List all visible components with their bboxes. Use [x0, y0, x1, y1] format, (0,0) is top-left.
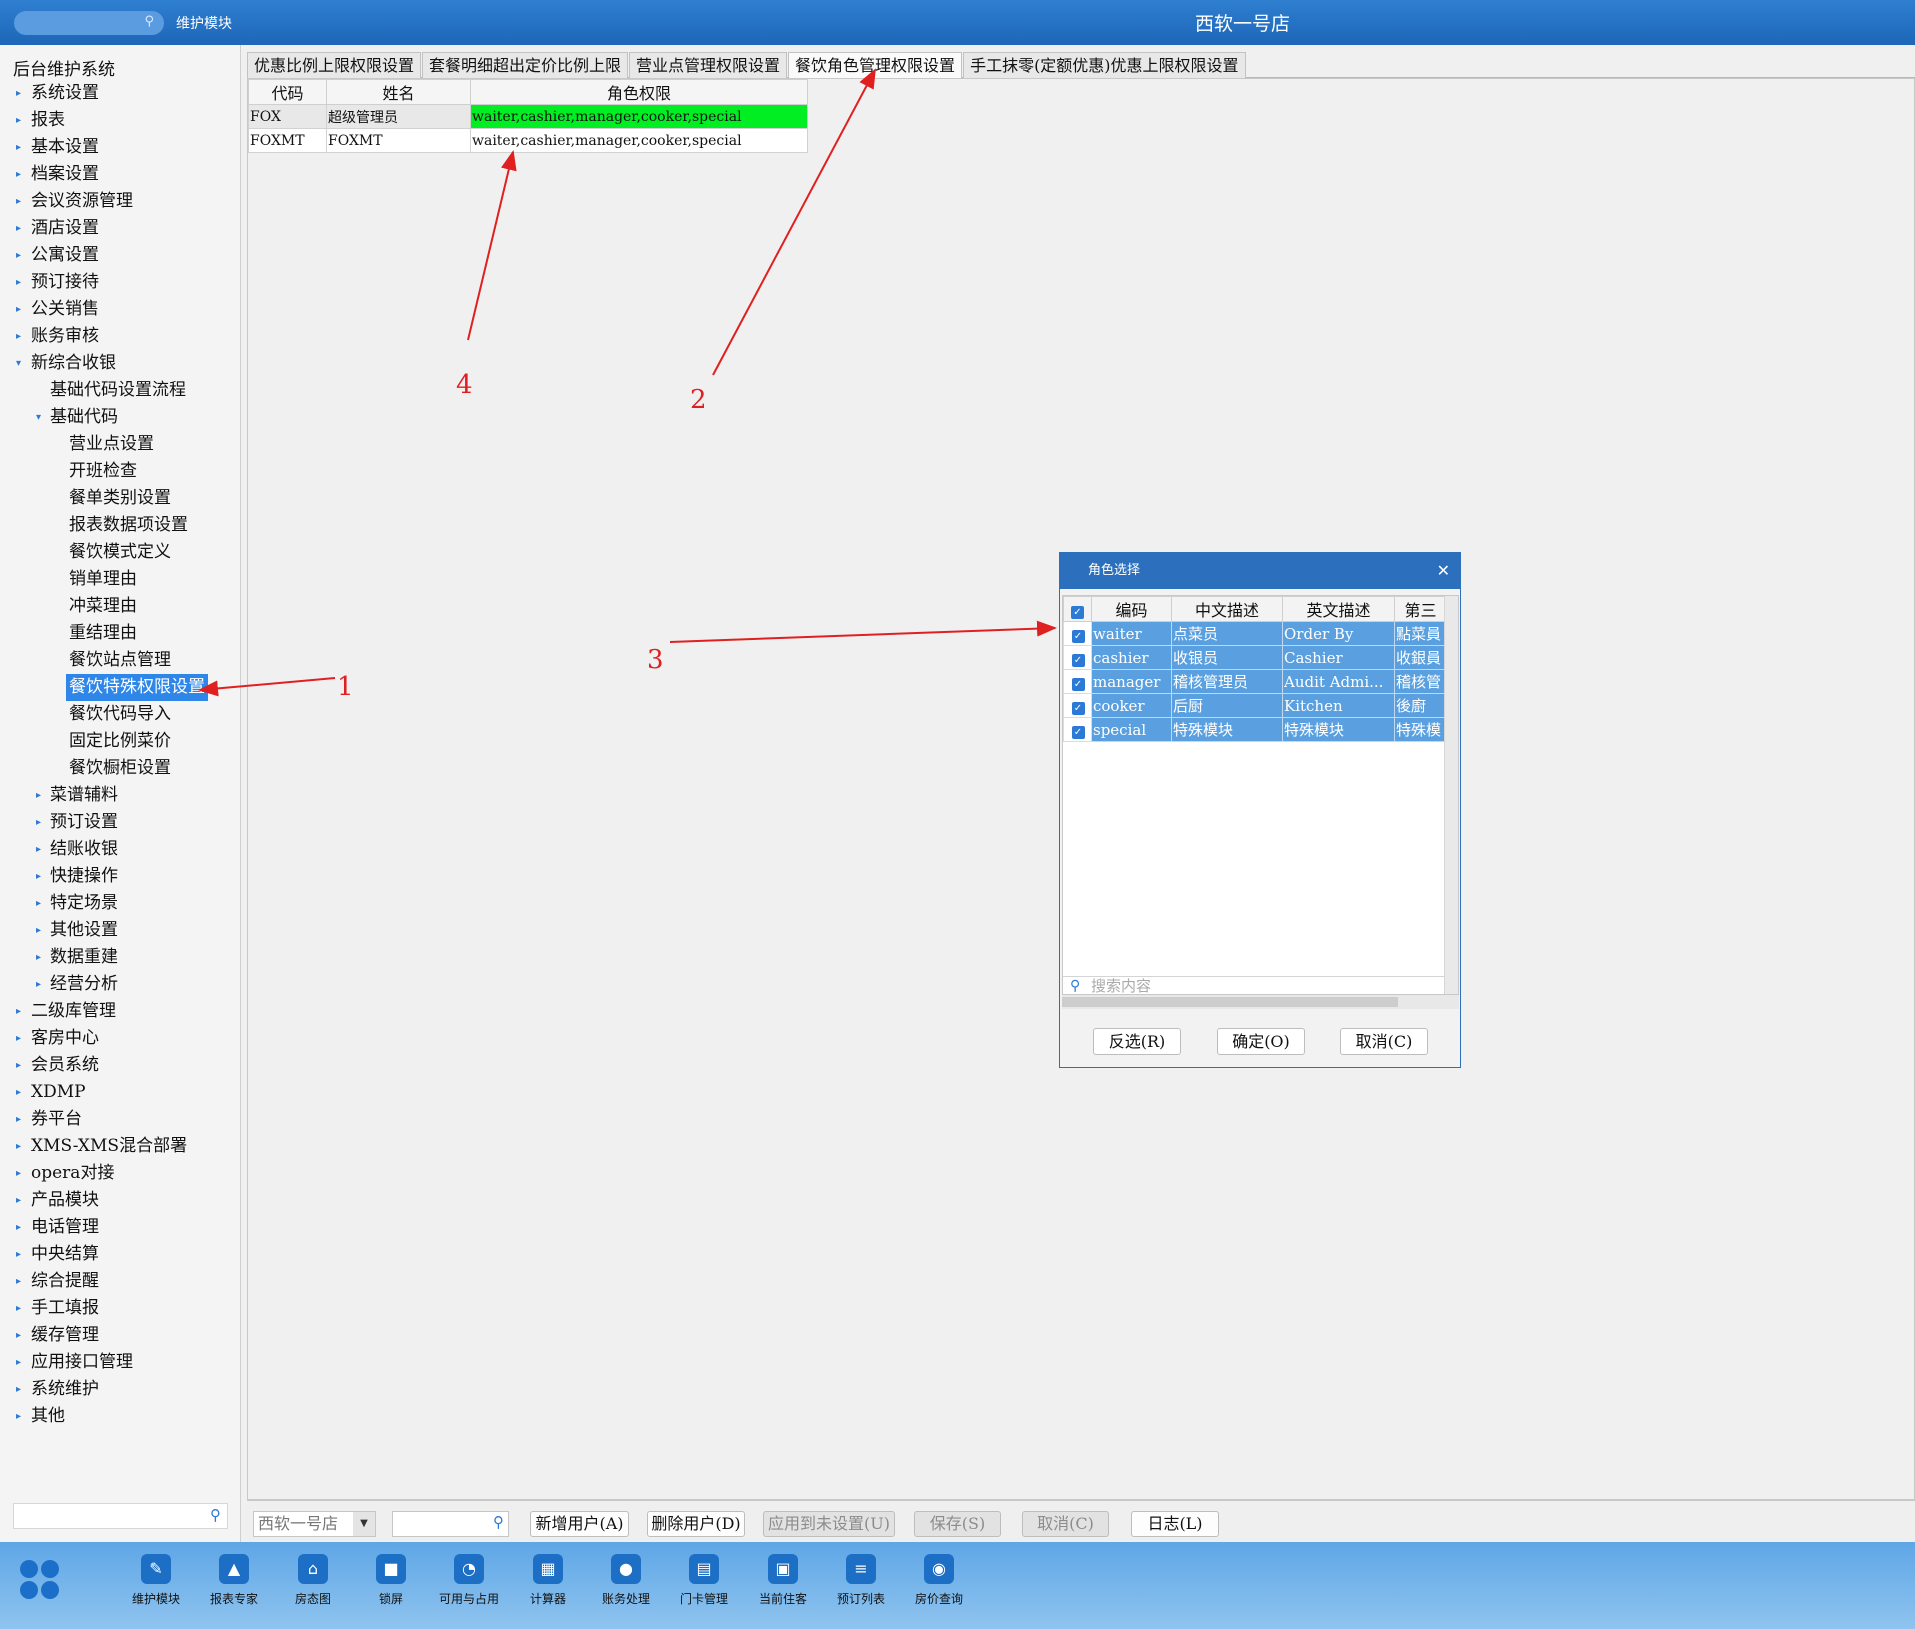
annotation-arrow-3	[669, 620, 1057, 643]
annotation-label-1: 1	[337, 672, 354, 702]
annotation-label-4: 4	[456, 370, 473, 400]
annotation-label-3: 3	[647, 645, 664, 675]
annotation-label-2: 2	[690, 385, 707, 415]
annotation-arrow-1	[198, 677, 336, 697]
annotation-arrow-4	[467, 150, 517, 341]
annotation-arrow-2	[712, 68, 876, 376]
annotation-arrows	[198, 68, 1057, 697]
